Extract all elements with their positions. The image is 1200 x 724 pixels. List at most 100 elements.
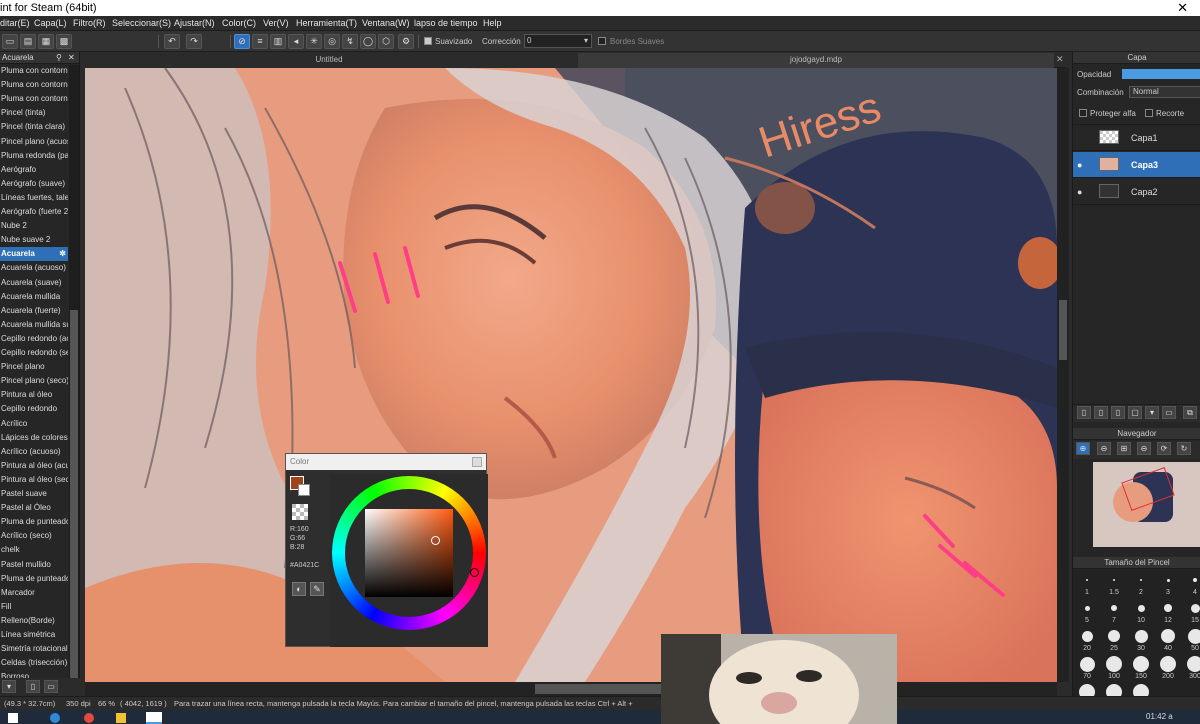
undo-icon[interactable]: ↶ [164, 34, 180, 49]
eye-icon[interactable]: ● [1077, 152, 1082, 178]
palette-icon[interactable]: ◐ [292, 582, 306, 596]
brush-item[interactable]: Pluma redonda (pastel) [0, 149, 68, 163]
brush-size-dot[interactable] [1084, 605, 1090, 611]
brush-item[interactable]: Relleno(Borde) [0, 614, 68, 628]
menu-adjust[interactable]: Ajustar(N) [174, 18, 215, 28]
new-layer-2-icon[interactable]: ▯ [1094, 406, 1108, 419]
tiles-icon[interactable]: ▩ [56, 34, 72, 49]
blend-select[interactable]: Normal [1129, 86, 1200, 98]
brush-size-dot[interactable] [1081, 630, 1093, 642]
brush-settings-icon[interactable]: ✲ [59, 247, 66, 260]
zoom-reset-icon[interactable]: ⊖ [1137, 442, 1151, 455]
brush-size-dot[interactable] [1134, 629, 1148, 643]
chrome-icon[interactable] [84, 713, 94, 723]
brush-item[interactable]: Acuarela mullida [0, 290, 68, 304]
copy-layer-icon[interactable]: ▢ [1128, 406, 1142, 419]
brush-item[interactable]: Simetría rotacional [0, 642, 68, 656]
tab-jojodgayd[interactable]: jojodgayd.mdp [578, 53, 1054, 68]
brush-size-dot[interactable] [1164, 604, 1172, 612]
curve-snap-icon[interactable]: ↯ [342, 34, 358, 49]
brush-item[interactable]: Pluma con contorno [0, 64, 68, 78]
brush-size-dot[interactable] [1137, 604, 1145, 612]
explorer-icon[interactable] [116, 713, 126, 723]
brush-item[interactable]: Pintura al óleo [0, 388, 68, 402]
soft-edges-checkbox[interactable] [598, 37, 606, 45]
brush-item[interactable]: Acuarela (fuerte) [0, 304, 68, 318]
brush-item[interactable]: Pastel suave [0, 487, 68, 501]
brush-item[interactable]: Aerógrafo (fuerte 2) [0, 205, 68, 219]
ellipse-snap-icon[interactable]: ◯ [360, 34, 376, 49]
grid-icon[interactable]: ▦ [38, 34, 54, 49]
brush-item[interactable]: Acrílico [0, 417, 68, 431]
brush-size-dot[interactable] [1079, 656, 1095, 672]
brush-item[interactable]: Marcador [0, 586, 68, 600]
brush-new-icon[interactable]: ▯ [26, 680, 40, 693]
brush-size-dot[interactable] [1106, 656, 1122, 672]
brush-item[interactable]: Aerógrafo (suave) [0, 177, 68, 191]
menu-window[interactable]: Ventana(W) [362, 18, 410, 28]
radial-snap-icon[interactable]: ✳ [306, 34, 322, 49]
edge-icon[interactable] [50, 713, 60, 723]
rotate-reset-icon[interactable]: ↻ [1177, 442, 1191, 455]
smooth-checkbox[interactable] [424, 37, 432, 45]
sv-picker-handle[interactable] [431, 536, 440, 545]
menu-view[interactable]: Ver(V) [263, 18, 289, 28]
layer-menu-icon[interactable]: ▾ [1145, 406, 1159, 419]
zoom-in-icon[interactable]: ⊕ [1076, 442, 1090, 455]
brush-item[interactable]: Pluma con contorno [0, 78, 68, 92]
close-icon[interactable]: ✕ [1177, 0, 1188, 16]
transparent-color-icon[interactable] [292, 504, 308, 520]
tab-close-icon[interactable]: ✕ [1056, 54, 1064, 65]
folder-icon[interactable]: ▭ [1162, 406, 1176, 419]
brush-item[interactable]: Cepillo redondo [0, 402, 68, 416]
eyedropper-icon[interactable]: ✎ [310, 582, 324, 596]
brush-size-dot[interactable] [1108, 630, 1120, 642]
new-layer-3-icon[interactable]: ▯ [1111, 406, 1125, 419]
brush-item[interactable]: Pluma con contorno [0, 92, 68, 106]
pin-icon[interactable]: ⚲ [56, 52, 62, 64]
vanishing-snap-icon[interactable]: ◂ [288, 34, 304, 49]
brush-size-dot[interactable] [1086, 579, 1088, 581]
brush-item[interactable]: Pincel plano [0, 360, 68, 374]
menu-timelapse[interactable]: lapso de tiempo [414, 18, 478, 28]
layer-row-capa2[interactable]: ● Capa2 [1073, 179, 1200, 205]
brush-size-dot[interactable] [1113, 579, 1115, 581]
new-layer-icon[interactable]: ▯ [1077, 406, 1091, 419]
brush-size-dot[interactable] [1160, 656, 1176, 672]
settings-snap-icon[interactable]: ⚙ [398, 34, 414, 49]
menu-color[interactable]: Color(C) [222, 18, 256, 28]
brush-item[interactable]: Pluma de punteado [0, 515, 68, 529]
circle-snap-icon[interactable]: ◎ [324, 34, 340, 49]
brush-size-dot[interactable] [1190, 603, 1200, 613]
brush-size-dot[interactable] [1166, 578, 1170, 582]
color-window-close-icon[interactable] [472, 457, 482, 467]
brush-menu-icon[interactable]: ▾ [2, 680, 16, 693]
brush-item[interactable]: Acuarela (suave) [0, 276, 68, 290]
opacity-slider[interactable] [1122, 69, 1200, 79]
brush-size-dot[interactable] [1187, 656, 1200, 672]
brush-item[interactable]: Aerógrafo [0, 163, 68, 177]
brush-item[interactable]: Acuarela (acuoso) [0, 261, 68, 275]
brush-item[interactable]: Línea simétrica [0, 628, 68, 642]
brush-size-dot[interactable] [1187, 628, 1200, 644]
fit-icon[interactable]: ⊞ [1117, 442, 1131, 455]
brush-item[interactable]: Nube suave 2 [0, 233, 68, 247]
menu-layer[interactable]: Capa(L) [34, 18, 67, 28]
background-color-swatch[interactable] [298, 484, 310, 496]
brush-item[interactable]: Pincel (tinta) [0, 106, 68, 120]
brush-item[interactable]: Acrílico (acuoso) [0, 445, 68, 459]
zoom-out-icon[interactable]: ⊖ [1097, 442, 1111, 455]
parallel-snap-icon[interactable]: ≡ [252, 34, 268, 49]
hue-picker-handle[interactable] [470, 568, 479, 577]
menu-filter[interactable]: Filtro(R) [73, 18, 106, 28]
cross-snap-icon[interactable]: ▥ [270, 34, 286, 49]
brush-item[interactable]: Pincel (tinta clara) [0, 120, 68, 134]
brush-item[interactable]: Fill [0, 600, 68, 614]
brush-item[interactable]: Cepillo redondo (acuoso) [0, 332, 68, 346]
brush-item[interactable]: Cepillo redondo (seco) [0, 346, 68, 360]
menu-help[interactable]: Help [483, 18, 502, 28]
brush-item[interactable]: Pastel al Óleo [0, 501, 68, 515]
color-hex[interactable]: #A0421C [290, 562, 319, 569]
start-icon[interactable] [8, 713, 18, 723]
brush-item[interactable]: Lápices de colores [0, 431, 68, 445]
